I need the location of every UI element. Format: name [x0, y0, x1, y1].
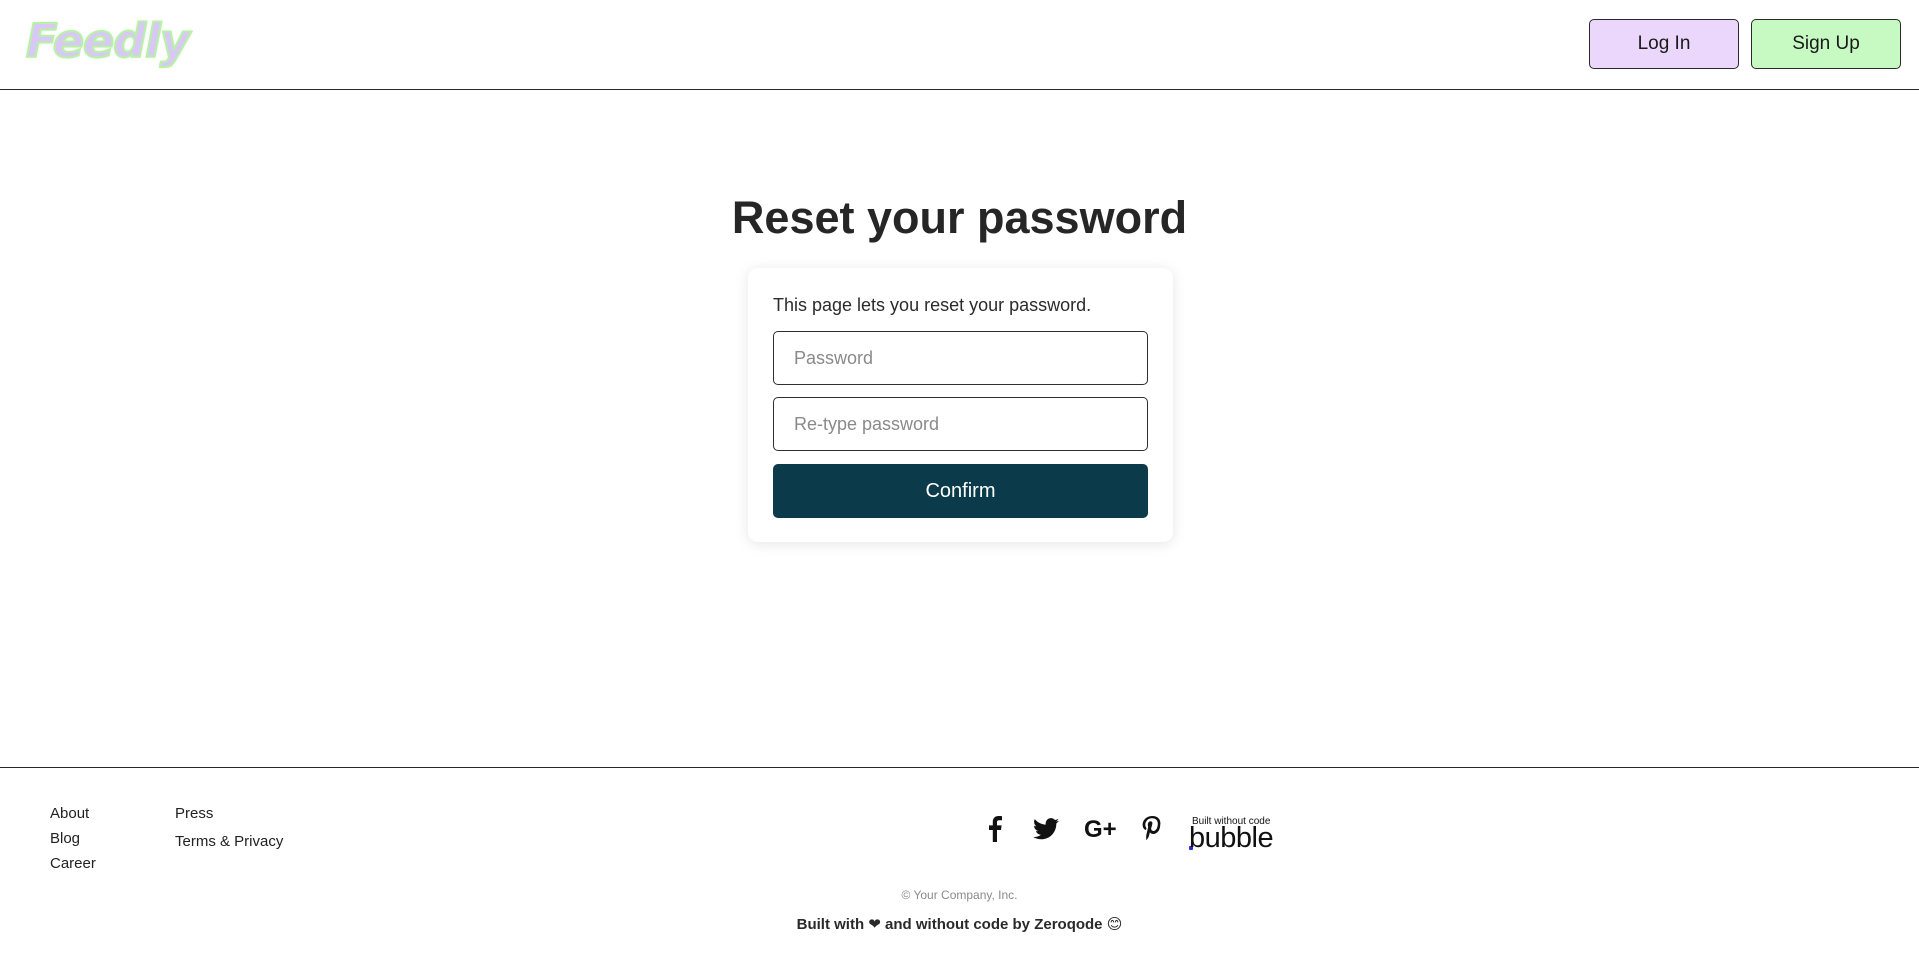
footer-link-terms-privacy[interactable]: Terms & Privacy	[175, 833, 283, 850]
page-title: Reset your password	[731, 192, 1188, 243]
built-without-code-bubble-badge[interactable]: Built without code bubble	[1189, 816, 1281, 856]
footer-link-career[interactable]: Career	[50, 855, 96, 872]
footer: About Blog Career Press Terms & Privacy …	[0, 767, 1919, 962]
twitter-icon[interactable]	[1029, 812, 1063, 846]
google-plus-icon[interactable]: G+	[1082, 812, 1122, 846]
footer-link-about[interactable]: About	[50, 805, 89, 822]
copyright-text: © Your Company, Inc.	[901, 888, 1018, 902]
svg-text:G+: G+	[1084, 817, 1117, 841]
login-button[interactable]: Log In	[1589, 19, 1739, 69]
retype-password-field[interactable]	[773, 397, 1148, 451]
pinterest-icon[interactable]	[1135, 812, 1169, 846]
top-navbar: Feedly Log In Sign Up	[0, 0, 1919, 90]
footer-link-press[interactable]: Press	[175, 805, 213, 822]
confirm-button[interactable]: Confirm	[773, 464, 1148, 518]
password-field[interactable]	[773, 331, 1148, 385]
bubble-logo-text: bubble	[1189, 822, 1274, 854]
feedly-logo[interactable]: Feedly	[25, 13, 191, 69]
reset-password-card: This page lets you reset your password. …	[748, 268, 1173, 542]
facebook-icon[interactable]	[978, 812, 1012, 846]
signup-button[interactable]: Sign Up	[1751, 19, 1901, 69]
footer-link-blog[interactable]: Blog	[50, 830, 80, 847]
card-description: This page lets you reset your password.	[773, 295, 1092, 315]
built-with-text: Built with ❤ and without code by Zeroqod…	[796, 916, 1123, 933]
